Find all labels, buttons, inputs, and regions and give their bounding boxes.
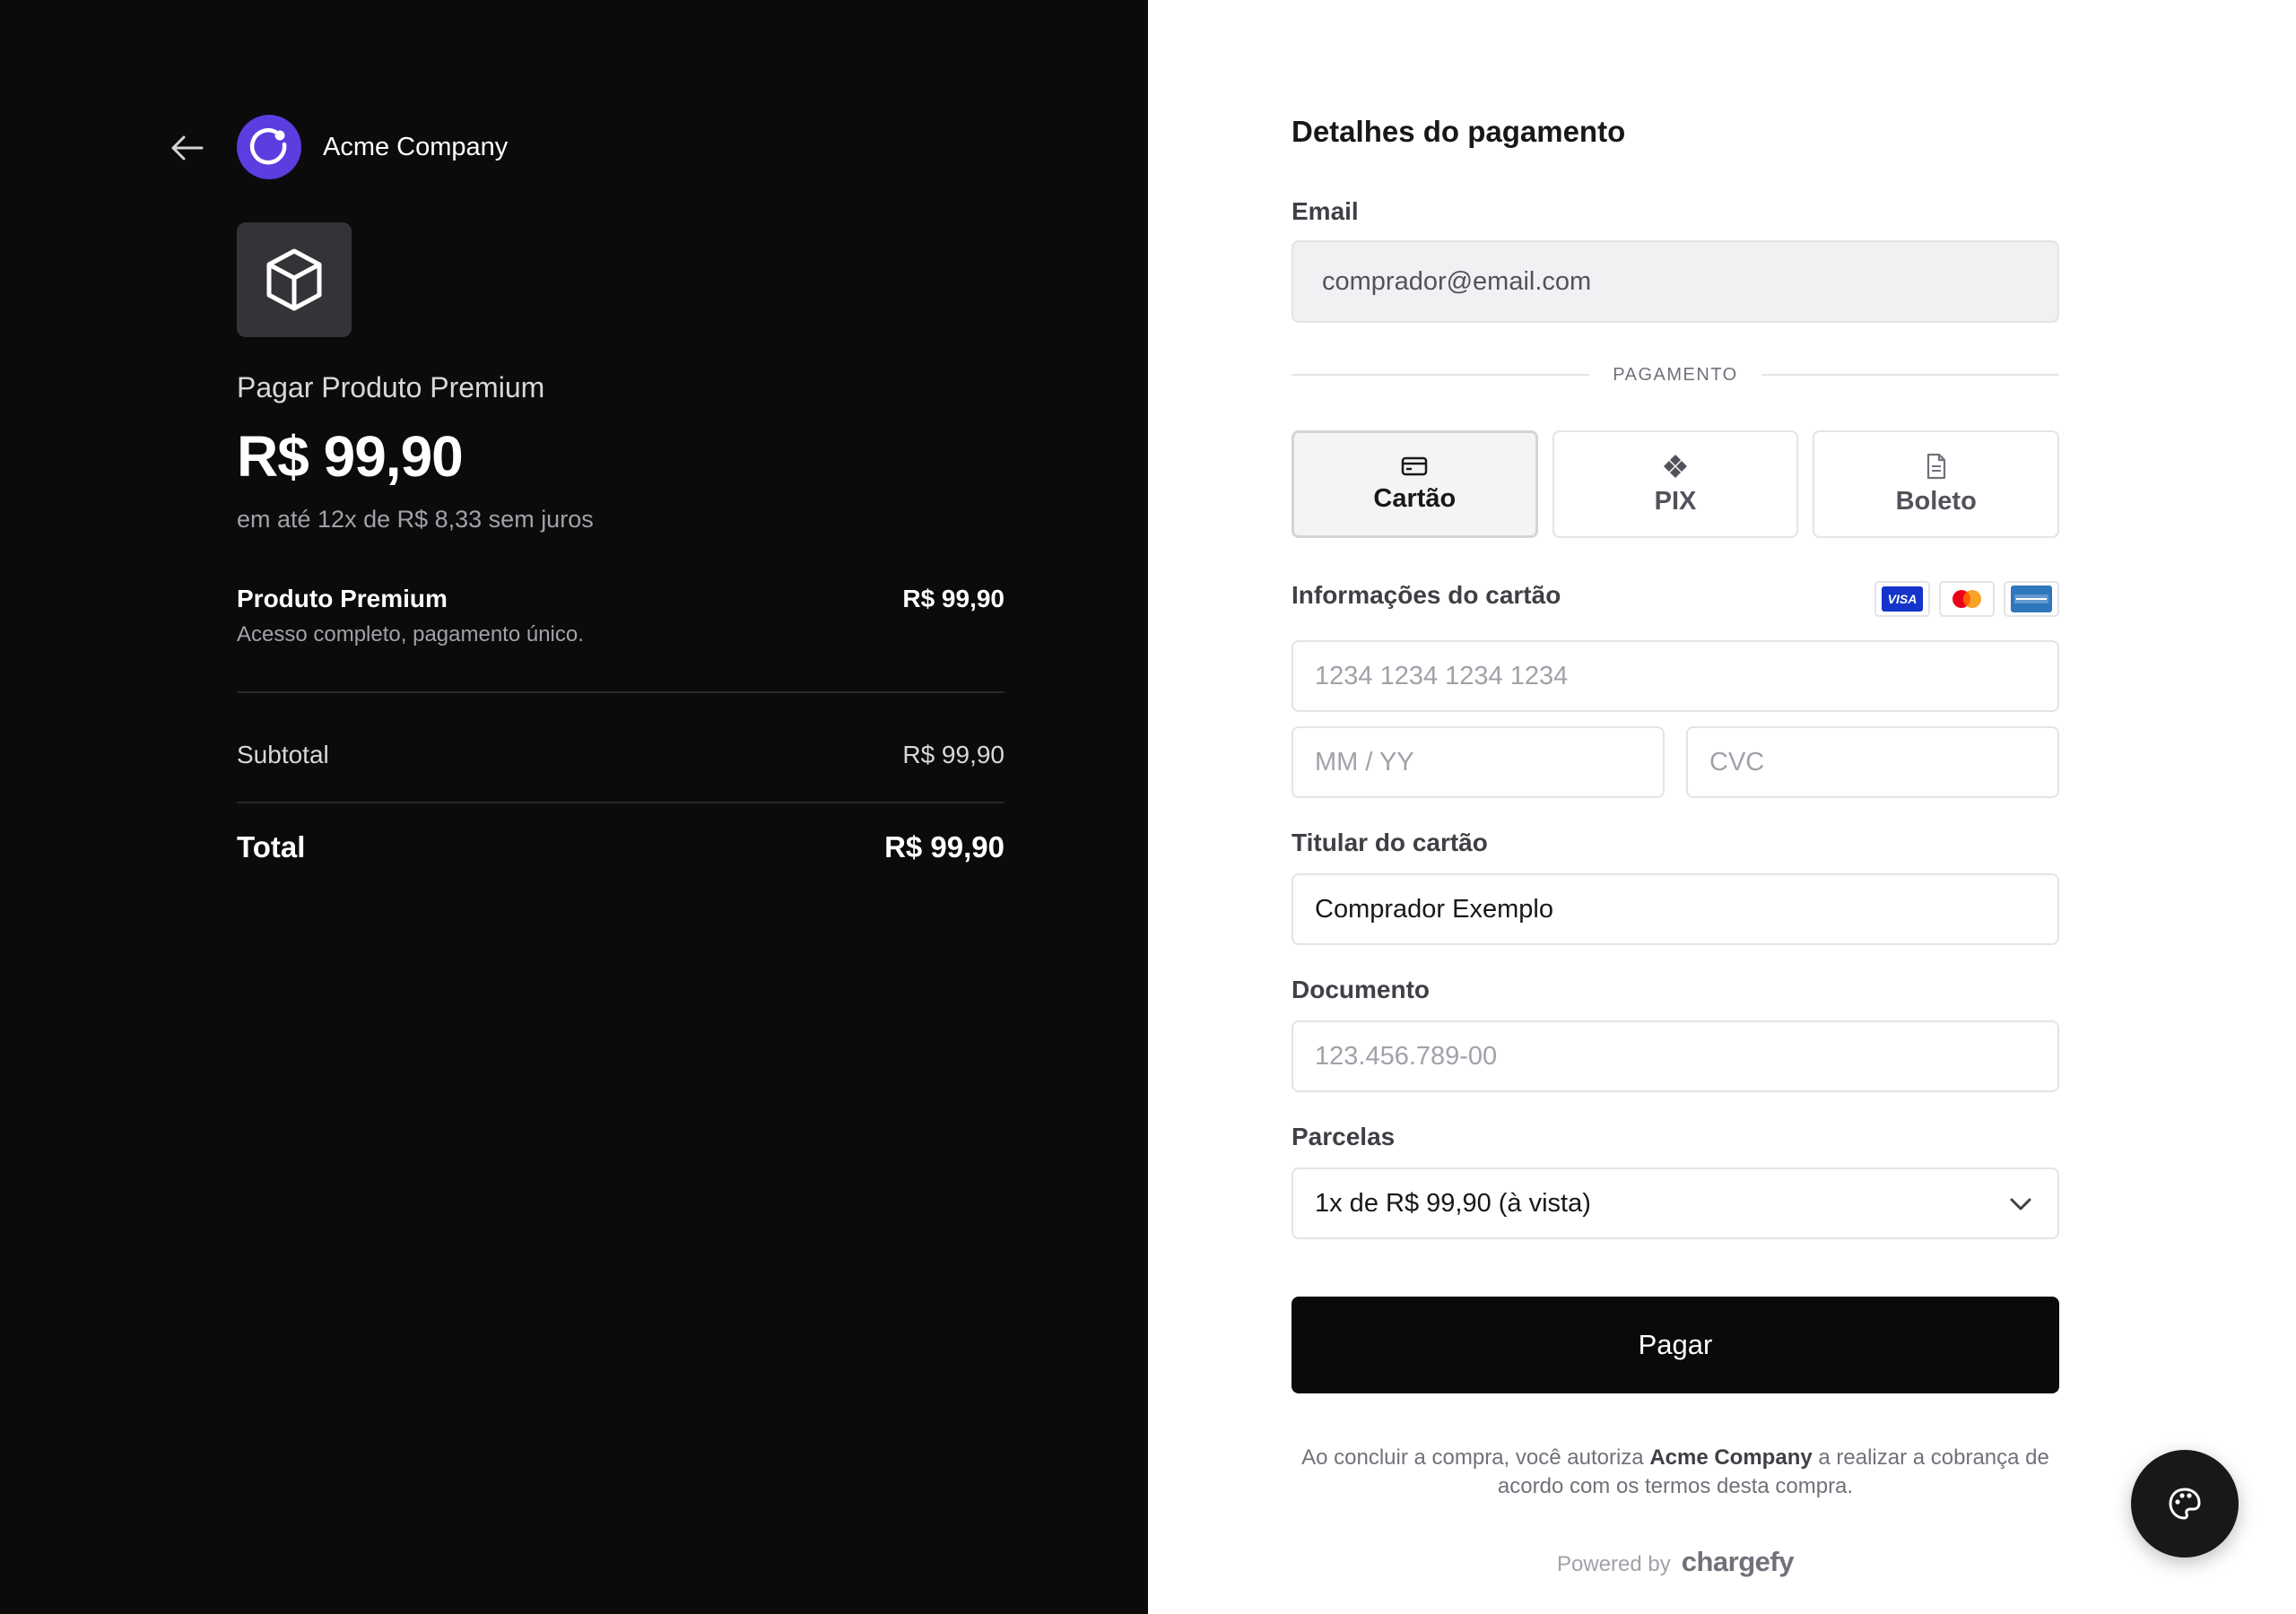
- checkout-title: Pagar Produto Premium: [237, 371, 545, 404]
- expiry-input[interactable]: MM / YY: [1292, 726, 1665, 798]
- company-name: Acme Company: [323, 133, 509, 161]
- company-logo: [237, 115, 301, 179]
- line-item-name: Produto Premium: [237, 585, 448, 612]
- email-field[interactable]: comprador@email.com: [1292, 240, 2059, 323]
- credit-card-icon: [1402, 456, 1428, 475]
- card-info-header: Informações do cartão VISA: [1292, 581, 2059, 620]
- price-amount: R$ 99,90: [237, 424, 464, 489]
- payment-form-panel: Detalhes do pagamento Email comprador@em…: [1148, 0, 2296, 1614]
- form-title: Detalhes do pagamento: [1292, 115, 1626, 148]
- visa-icon: VISA: [1874, 581, 1930, 617]
- method-label: Boleto: [1895, 486, 1977, 516]
- payment-method-card[interactable]: Cartão: [1292, 430, 1538, 538]
- pay-button[interactable]: Pagar: [1292, 1297, 2059, 1393]
- document-input[interactable]: 123.456.789-00: [1292, 1020, 2059, 1092]
- chargefy-logo[interactable]: chargefy: [1682, 1546, 1795, 1578]
- divider: [237, 691, 1004, 693]
- mastercard-mark: [1952, 590, 1981, 608]
- divider: [237, 802, 1004, 803]
- legal-prefix: Ao concluir a compra, você autoriza: [1301, 1445, 1644, 1470]
- holder-name-input[interactable]: Comprador Exemplo: [1292, 873, 2059, 945]
- visa-mark: VISA: [1882, 586, 1923, 612]
- method-label: Cartão: [1373, 483, 1457, 513]
- powered-by: Powered by chargefy: [1292, 1546, 2059, 1578]
- cvc-input[interactable]: CVC: [1686, 726, 2059, 798]
- palette-icon: [2169, 1488, 2201, 1520]
- box-icon: [266, 248, 322, 311]
- document-icon: [1926, 453, 1945, 479]
- product-image: [237, 222, 352, 337]
- payment-section-divider: PAGAMENTO: [1292, 364, 2060, 385]
- subtotal-label: Subtotal: [237, 741, 329, 768]
- method-label: PIX: [1654, 486, 1697, 516]
- legal-notice: Ao concluir a compra, você autoriza Acme…: [1292, 1444, 2059, 1501]
- theme-button[interactable]: [2131, 1450, 2239, 1558]
- subtotal-value: R$ 99,90: [902, 741, 1004, 768]
- mastercard-icon: [1939, 581, 1995, 617]
- installments-select[interactable]: 1x de R$ 99,90 (à vista): [1292, 1167, 2059, 1239]
- total-label: Total: [237, 830, 306, 863]
- installments-label: Parcelas: [1292, 1123, 1396, 1150]
- payment-section-label: PAGAMENTO: [1613, 364, 1738, 385]
- line-item-description: Acesso completo, pagamento único.: [237, 622, 584, 646]
- divider-line: [1761, 374, 2060, 376]
- brand-ring-icon: [249, 127, 287, 165]
- card-number-input[interactable]: 1234 1234 1234 1234: [1292, 640, 2059, 712]
- amex-icon: [2004, 581, 2059, 617]
- email-label: Email: [1292, 197, 1359, 225]
- back-button[interactable]: [164, 126, 209, 170]
- payment-method-tabs: Cartão PIX Boleto: [1292, 430, 2060, 538]
- payment-method-pix[interactable]: PIX: [1552, 430, 1799, 538]
- arrow-left-icon: [171, 135, 204, 161]
- holder-label: Titular do cartão: [1292, 829, 1488, 856]
- order-summary-panel: Acme Company Pagar Produto Premium R$ 99…: [0, 0, 1148, 1614]
- powered-by-label: Powered by: [1557, 1552, 1671, 1576]
- chevron-down-icon: [2010, 1198, 2031, 1210]
- line-item-price: R$ 99,90: [902, 585, 1004, 612]
- installments-selected-value: 1x de R$ 99,90 (à vista): [1315, 1188, 1591, 1218]
- payment-method-boleto[interactable]: Boleto: [1813, 430, 2060, 538]
- amex-mark: [2011, 586, 2052, 612]
- document-label: Documento: [1292, 976, 1430, 1003]
- legal-company: Acme Company: [1649, 1445, 1813, 1470]
- pix-icon: [1664, 454, 1687, 478]
- divider-line: [1292, 374, 1590, 376]
- installments-note: em até 12x de R$ 8,33 sem juros: [237, 506, 594, 533]
- total-value: R$ 99,90: [884, 830, 1004, 863]
- card-brands: VISA: [1874, 581, 2059, 617]
